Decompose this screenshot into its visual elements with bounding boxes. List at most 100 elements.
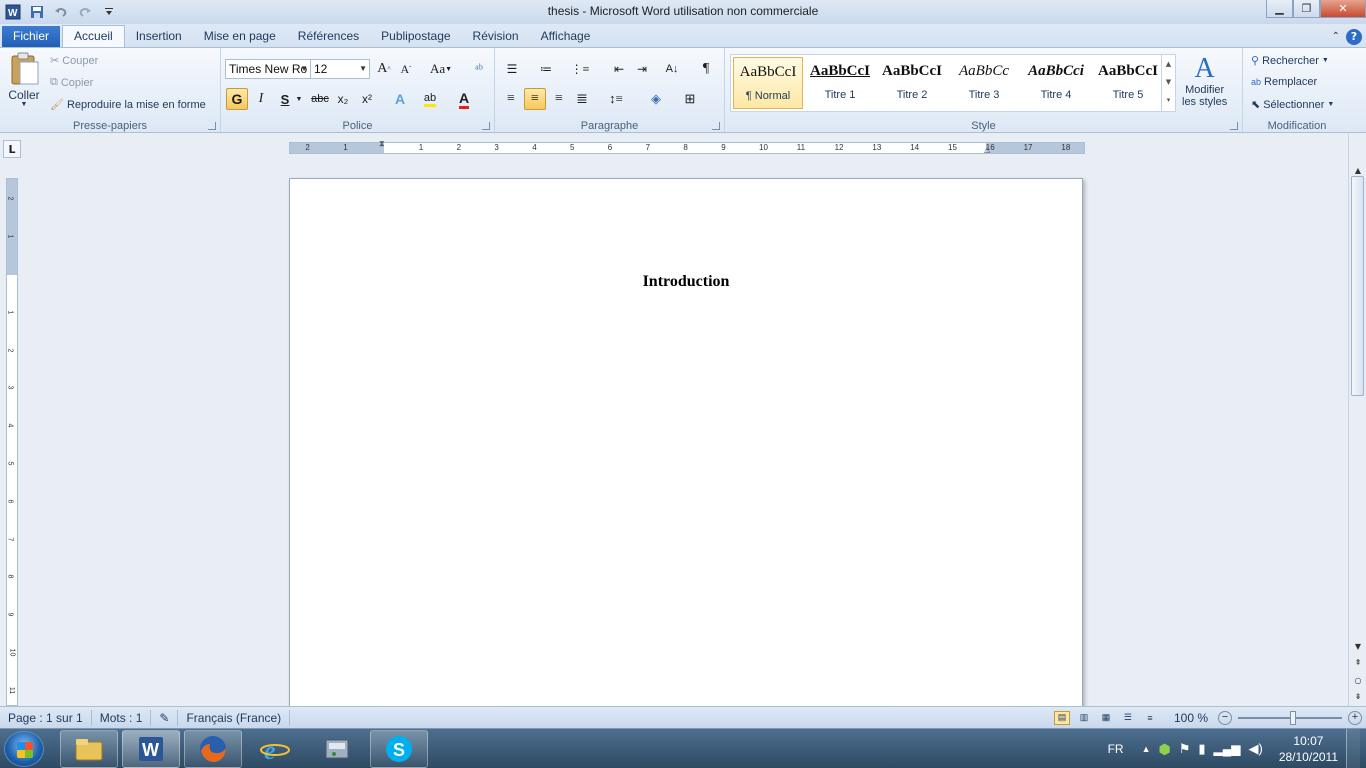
document-heading[interactable]: Introduction (290, 273, 1082, 291)
network-icon[interactable]: ▂▄▆ (1214, 742, 1241, 756)
tab-affichage[interactable]: Affichage (530, 26, 602, 47)
zoom-slider[interactable] (1238, 710, 1342, 725)
justify-icon[interactable]: ≣ (571, 88, 593, 110)
change-case-button[interactable]: Aa ▼ (427, 58, 455, 80)
tab-insertion[interactable]: Insertion (125, 26, 193, 47)
cut-button[interactable]: ✂ Couper (50, 54, 98, 68)
copy-button[interactable]: ⧉ Copier (50, 76, 93, 89)
zoom-in-icon[interactable]: + (1348, 710, 1362, 725)
format-painter-button[interactable]: 🖌 Reproduire la mise en forme (50, 98, 206, 112)
tab-publipostage[interactable]: Publipostage (370, 26, 461, 47)
tab-revision[interactable]: Révision (462, 26, 530, 47)
style-titre-2[interactable]: AaBbCcI Titre 2 (877, 57, 947, 109)
clock[interactable]: 10:07 28/10/2011 (1279, 733, 1338, 765)
style-titre-1[interactable]: AaBbCcI Titre 1 (805, 57, 875, 109)
highlight-color-icon[interactable]: ab (419, 88, 441, 110)
numbering-icon[interactable]: ≔ (535, 58, 557, 80)
bold-button[interactable]: G (226, 88, 248, 110)
bullets-icon[interactable]: ☰ (501, 58, 523, 80)
scrollbar-thumb[interactable] (1351, 176, 1364, 396)
minimize-button[interactable]: ▁ (1266, 0, 1293, 18)
proofing-icon[interactable]: ✎ (151, 709, 179, 726)
previous-page-icon[interactable]: ⇞ (1352, 656, 1364, 668)
draft-view-icon[interactable]: ≡ (1142, 711, 1158, 725)
horizontal-ruler[interactable]: ⧗ △ 2 1 1 2 3 4 5 6 7 8 9 10 11 12 13 14 15 16 17 18 (289, 139, 1085, 154)
customize-qat-icon[interactable] (100, 3, 118, 21)
tab-fichier[interactable]: Fichier (2, 26, 61, 47)
decrease-indent-icon[interactable]: ⇤ (608, 58, 630, 80)
show-hidden-icons-icon[interactable]: ▲ (1142, 744, 1151, 754)
word-app-icon[interactable]: W (4, 3, 22, 21)
taskbar-ie[interactable]: e (246, 730, 304, 768)
save-icon[interactable] (28, 3, 46, 21)
indent-marker-icon[interactable]: ⧗ (379, 139, 385, 149)
close-button[interactable]: ✕ (1320, 0, 1366, 18)
help-icon[interactable]: ? (1346, 28, 1362, 45)
underline-dropdown-icon[interactable]: ▼ (294, 88, 304, 110)
language-bar[interactable]: FR (1108, 742, 1124, 756)
align-right-icon[interactable]: ≡ (548, 88, 570, 110)
full-screen-reading-icon[interactable]: ▥ (1076, 711, 1092, 725)
increase-indent-icon[interactable]: ⇥ (631, 58, 653, 80)
styles-scroll[interactable]: ▲ ▼ ▾ (1161, 55, 1175, 111)
document-area[interactable]: Introduction (22, 164, 1348, 706)
taskbar-word[interactable]: W (122, 730, 180, 768)
align-center-icon[interactable]: ≡ (524, 88, 546, 110)
taskbar-app[interactable] (308, 730, 366, 768)
align-left-icon[interactable]: ≡ (500, 88, 522, 110)
print-layout-icon[interactable]: ▤ (1053, 710, 1070, 725)
clear-formatting-icon[interactable]: ᵃᵇ (468, 58, 490, 80)
taskbar-firefox[interactable] (184, 730, 242, 768)
replace-button[interactable]: ab Remplacer (1251, 76, 1317, 88)
text-effects-icon[interactable]: A (389, 88, 411, 110)
vertical-scrollbar[interactable]: ▲ ▼ ⇞ ○ ⇟ (1348, 134, 1366, 706)
select-button[interactable]: ⬉ Sélectionner ▼ (1251, 98, 1334, 112)
font-size-combo[interactable]: 12 ▼ (310, 59, 370, 79)
sort-icon[interactable]: A↓ (661, 58, 683, 80)
clipboard-launcher-icon[interactable] (208, 122, 216, 130)
zoom-out-icon[interactable]: − (1218, 710, 1232, 725)
paste-button[interactable]: Coller ▼ (6, 52, 42, 108)
underline-button[interactable]: S (274, 88, 296, 110)
next-page-icon[interactable]: ⇟ (1352, 690, 1364, 702)
vertical-ruler[interactable]: 2 1 1 2 3 4 5 6 7 8 9 10 11 (6, 178, 18, 706)
scroll-down-icon[interactable]: ▼ (1352, 640, 1364, 652)
power-icon[interactable]: ▮ (1198, 741, 1205, 757)
paste-dropdown-icon[interactable]: ▼ (21, 101, 28, 108)
show-desktop-button[interactable] (1346, 729, 1360, 768)
line-spacing-icon[interactable]: ↕≡ (605, 88, 627, 110)
page-count[interactable]: Page : 1 sur 1 (0, 709, 92, 726)
browse-object-icon[interactable]: ○ (1352, 674, 1364, 686)
grow-font-button[interactable]: A ^ (373, 58, 395, 80)
tab-accueil[interactable]: Accueil (62, 25, 125, 47)
scroll-up-icon[interactable]: ▲ (1352, 164, 1364, 176)
zoom-slider-knob[interactable] (1290, 710, 1296, 725)
shrink-font-button[interactable]: Aˇ (395, 58, 417, 80)
web-layout-icon[interactable]: ▦ (1098, 711, 1114, 725)
shading-icon[interactable]: ◈ (645, 88, 667, 110)
styles-launcher-icon[interactable] (1230, 122, 1238, 130)
font-color-icon[interactable]: A (453, 88, 475, 110)
maximize-button[interactable]: ❐ (1293, 0, 1320, 18)
word-count[interactable]: Mots : 1 (92, 709, 152, 726)
start-button[interactable] (4, 731, 44, 767)
outline-view-icon[interactable]: ☰ (1120, 711, 1136, 725)
style-titre-4[interactable]: AaBbCci Titre 4 (1021, 57, 1091, 109)
paragraph-launcher-icon[interactable] (712, 122, 720, 130)
font-launcher-icon[interactable] (482, 122, 490, 130)
redo-icon[interactable] (76, 3, 94, 21)
font-name-combo[interactable]: Times New Ro ▼ (225, 59, 311, 79)
language-indicator[interactable]: Français (France) (178, 709, 291, 726)
tab-mise-en-page[interactable]: Mise en page (193, 26, 287, 47)
style-titre-3[interactable]: AaBbCc Titre 3 (949, 57, 1019, 109)
minimize-ribbon-icon[interactable]: ⌃ (1332, 31, 1340, 42)
taskbar-skype[interactable]: S (370, 730, 428, 768)
superscript-button[interactable]: x² (356, 88, 378, 110)
volume-icon[interactable]: ◀) (1249, 741, 1263, 757)
taskbar-explorer[interactable] (60, 730, 118, 768)
strikethrough-button[interactable]: abc (309, 88, 331, 110)
tab-selector[interactable]: L (3, 140, 21, 158)
italic-button[interactable]: I (250, 88, 272, 110)
tab-references[interactable]: Références (287, 26, 370, 47)
borders-icon[interactable]: ⊞ (679, 88, 701, 110)
